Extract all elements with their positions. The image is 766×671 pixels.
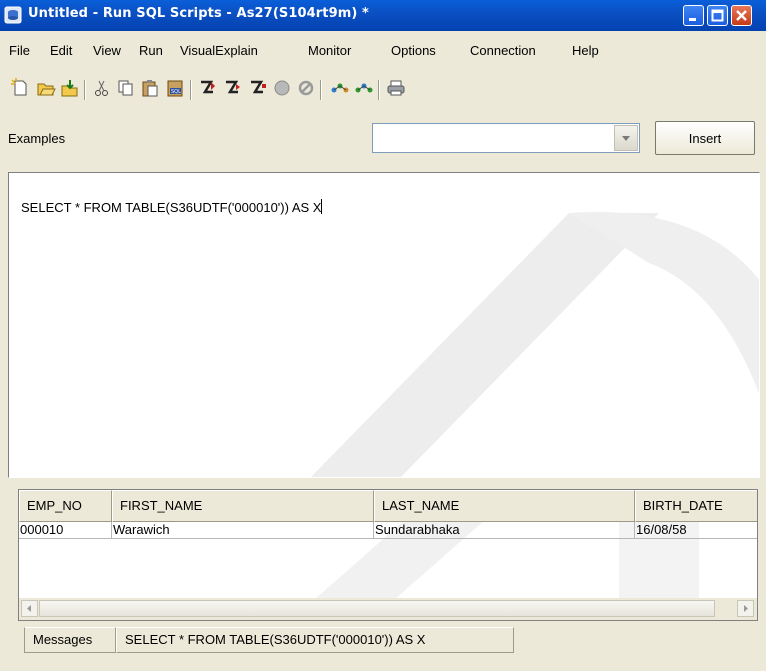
run-all-icon[interactable] xyxy=(198,78,218,98)
column-header-last-name[interactable]: LAST_NAME xyxy=(374,490,635,522)
close-button[interactable] xyxy=(731,5,752,26)
menu-options[interactable]: Options xyxy=(391,43,436,58)
paste-icon[interactable] xyxy=(140,78,160,98)
scroll-right-button[interactable] xyxy=(737,600,754,617)
menu-run[interactable]: Run xyxy=(139,43,163,58)
database-app-icon xyxy=(4,6,22,24)
results-table[interactable]: EMP_NO FIRST_NAME LAST_NAME BIRTH_DATE 0… xyxy=(18,489,758,621)
cancel-icon[interactable] xyxy=(296,78,316,98)
copy-icon[interactable] xyxy=(116,78,136,98)
menu-file[interactable]: File xyxy=(9,43,30,58)
examples-select[interactable] xyxy=(372,123,640,153)
print-icon[interactable] xyxy=(386,78,406,98)
window-title: Untitled - Run SQL Scripts - As27(S104rt… xyxy=(28,6,369,21)
minimize-button[interactable] xyxy=(683,5,704,26)
tab-query-results[interactable]: SELECT * FROM TABLE(S36UDTF('000010')) A… xyxy=(116,627,514,653)
sql-editor-text: SELECT * FROM TABLE(S36UDTF('000010')) A… xyxy=(21,199,323,215)
save-icon[interactable] xyxy=(60,78,80,98)
open-icon[interactable] xyxy=(36,78,56,98)
scroll-left-button[interactable] xyxy=(21,600,38,617)
maximize-icon xyxy=(711,9,724,22)
column-header-emp-no[interactable]: EMP_NO xyxy=(19,490,112,522)
toolbar: SQL xyxy=(0,78,766,102)
run-selected-icon[interactable] xyxy=(248,78,268,98)
title-bar[interactable]: Untitled - Run SQL Scripts - As27(S104rt… xyxy=(0,0,766,31)
insert-button[interactable]: Insert xyxy=(655,121,755,155)
column-header-first-name[interactable]: FIRST_NAME xyxy=(112,490,374,522)
run-from-selected-icon[interactable] xyxy=(223,78,243,98)
horizontal-scrollbar[interactable] xyxy=(19,598,757,620)
examples-label: Examples xyxy=(8,131,66,146)
maximize-button[interactable] xyxy=(707,5,728,26)
menu-monitor[interactable]: Monitor xyxy=(308,43,351,58)
menu-bar: File Edit View Run VisualExplain Monitor… xyxy=(0,43,766,63)
menu-visualexplain[interactable]: VisualExplain xyxy=(180,43,258,58)
run-and-explain-icon[interactable] xyxy=(354,78,374,98)
minimize-icon xyxy=(689,18,696,21)
scroll-thumb[interactable] xyxy=(39,600,715,617)
menu-help[interactable]: Help xyxy=(572,43,599,58)
table-cell-birth-date[interactable]: 16/08/58 xyxy=(635,522,757,539)
new-icon[interactable] xyxy=(10,78,30,98)
menu-edit[interactable]: Edit xyxy=(50,43,72,58)
explain-icon[interactable] xyxy=(330,78,350,98)
chevron-down-icon xyxy=(622,136,630,141)
table-cell-last-name[interactable]: Sundarabhaka xyxy=(374,522,635,539)
stop-icon[interactable] xyxy=(272,78,292,98)
table-cell-first-name[interactable]: Warawich xyxy=(112,522,374,539)
tab-messages[interactable]: Messages xyxy=(24,627,116,653)
text-caret xyxy=(321,199,323,214)
watermark-logo xyxy=(310,212,759,477)
close-icon xyxy=(736,10,747,21)
arrow-right-icon xyxy=(744,605,748,612)
menu-view[interactable]: View xyxy=(93,43,121,58)
table-cell-emp-no[interactable]: 000010 xyxy=(19,522,112,539)
insert-sql-icon[interactable]: SQL xyxy=(165,78,185,98)
sql-editor[interactable]: SELECT * FROM TABLE(S36UDTF('000010')) A… xyxy=(8,172,760,478)
arrow-left-icon xyxy=(27,605,31,612)
menu-connection[interactable]: Connection xyxy=(470,43,536,58)
column-header-birth-date[interactable]: BIRTH_DATE xyxy=(635,490,757,522)
cut-icon[interactable] xyxy=(92,78,112,98)
dropdown-button[interactable] xyxy=(614,125,638,151)
svg-text:SQL: SQL xyxy=(171,89,181,95)
sql-statement: SELECT * FROM TABLE(S36UDTF('000010')) A… xyxy=(21,200,322,215)
